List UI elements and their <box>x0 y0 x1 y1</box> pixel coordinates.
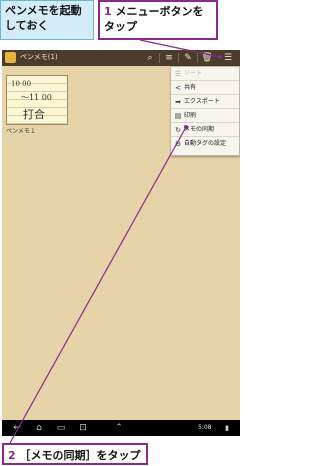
menu-item-auto-tag[interactable]: ⚙ 自動タグの設定 <box>171 137 239 151</box>
menu-item-print[interactable]: ▤ 印刷 <box>171 109 239 123</box>
memo-thumbnail[interactable]: 10 00 ～11 00 打合 <box>6 75 68 125</box>
screenshot-icon[interactable]: ⊡ <box>76 422 90 434</box>
step-1-number: 1 <box>104 5 112 18</box>
phone-screen: ペンメモ(1) ⌕ ≡ ✎ 🗑 ☰ 10 00 ～11 00 打合 ペンメモ１ … <box>2 50 240 436</box>
sync-icon: ↻ <box>175 126 181 134</box>
menu-item-share[interactable]: < 共有 <box>171 81 239 95</box>
app-title-bar: ペンメモ(1) ⌕ ≡ ✎ 🗑 ☰ <box>2 50 240 66</box>
list-view-icon[interactable]: ≡ <box>163 52 175 64</box>
menu-item-label: 自動タグの設定 <box>184 140 227 147</box>
menu-item-label: 共有 <box>184 84 197 91</box>
callout-start-app-text: ペンメモを起動しておく <box>5 4 82 32</box>
menu-item-export[interactable]: ➡ エクスポート <box>171 95 239 109</box>
new-memo-icon[interactable]: ✎ <box>182 52 194 64</box>
menu-item-memo-sync[interactable]: ↻ メモの同期 <box>171 123 239 137</box>
toolbar-divider <box>197 53 198 63</box>
up-arrow-icon[interactable]: ⌃ <box>112 422 126 434</box>
options-menu: ☰ ソート < 共有 ➡ エクスポート ▤ 印刷 ↻ メモの同期 ⚙ 自動タグの… <box>170 66 240 156</box>
pen-memo-app-icon <box>5 52 16 63</box>
auto-tag-icon: ⚙ <box>174 140 182 148</box>
memo-line-1: 10 00 <box>11 80 32 88</box>
system-nav-bar: ↩ ⌂ ▭ ⊡ ⌃ 5:08 ▮ <box>2 420 240 436</box>
sort-icon: ☰ <box>174 70 182 78</box>
status-time: 5:08 <box>198 424 212 431</box>
menu-item-label: ソート <box>184 70 203 77</box>
callout-start-app: ペンメモを起動しておく <box>0 0 94 40</box>
callout-step-1: 1 メニューボタンをタップ <box>98 0 218 40</box>
delete-icon[interactable]: 🗑 <box>201 52 213 64</box>
share-icon: < <box>175 84 181 92</box>
callout-step-2: 2 ［メモの同期］をタップ <box>2 443 148 465</box>
recent-apps-icon[interactable]: ▭ <box>54 422 68 434</box>
app-title: ペンメモ(1) <box>20 53 58 61</box>
export-icon: ➡ <box>175 98 181 106</box>
memo-line-2: ～11 00 <box>21 93 52 102</box>
menu-item-label: メモの同期 <box>184 126 215 133</box>
memo-line-3: 打合 <box>23 108 45 121</box>
toolbar-divider <box>159 53 160 63</box>
menu-item-sort: ☰ ソート <box>171 67 239 81</box>
menu-item-label: エクスポート <box>184 98 220 105</box>
menu-item-label: 印刷 <box>184 112 197 119</box>
search-icon[interactable]: ⌕ <box>144 52 156 64</box>
back-icon[interactable]: ↩ <box>10 422 24 434</box>
memo-title: ペンメモ１ <box>6 128 36 135</box>
signal-icon: ▮ <box>225 424 229 432</box>
step-2-text: ［メモの同期］をタップ <box>19 449 141 462</box>
home-icon[interactable]: ⌂ <box>32 422 46 434</box>
step-1-text: メニューボタンをタップ <box>104 5 204 33</box>
toolbar-divider <box>178 53 179 63</box>
menu-button-icon[interactable]: ☰ <box>222 52 234 64</box>
print-icon: ▤ <box>174 112 182 120</box>
step-2-number: 2 <box>8 449 16 462</box>
